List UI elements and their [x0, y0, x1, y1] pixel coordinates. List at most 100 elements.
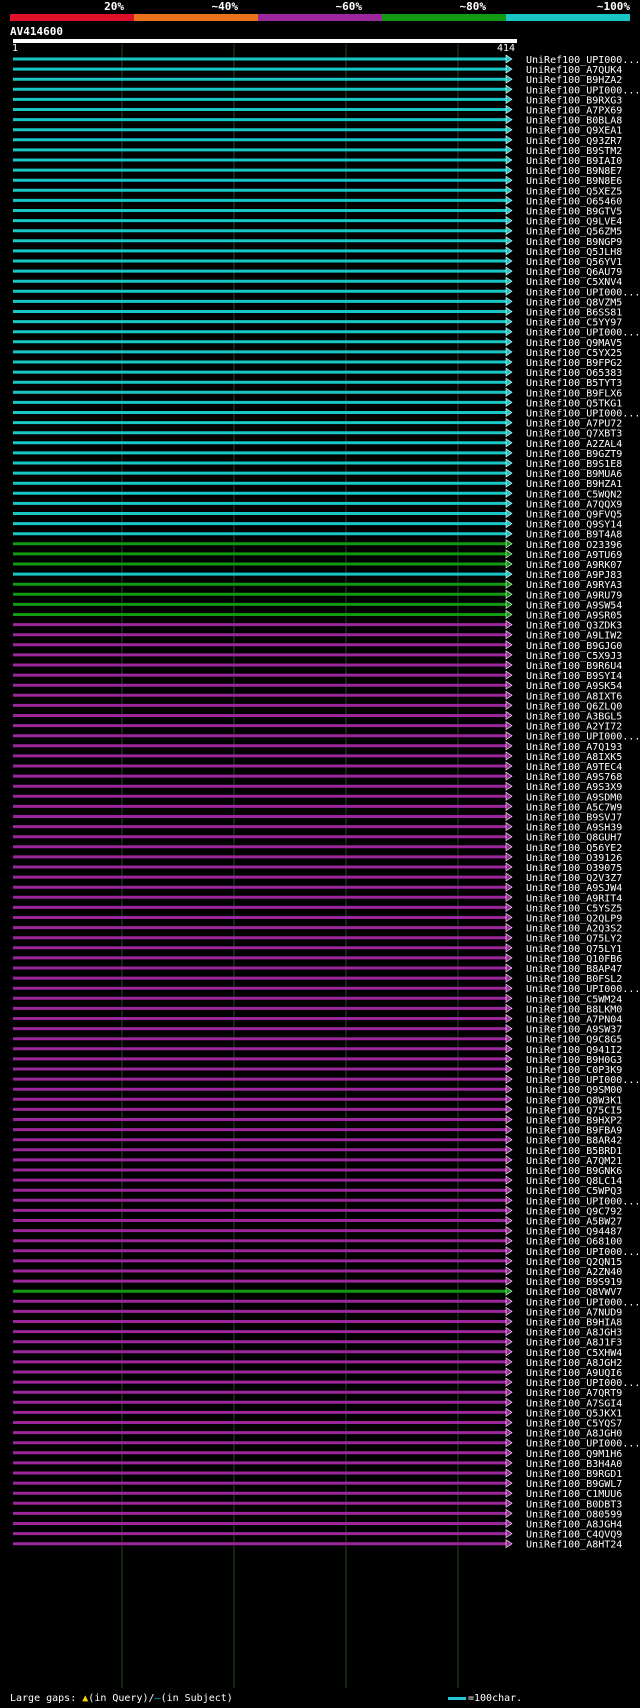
- hit-arrow-icon: [505, 387, 513, 397]
- hit-arrow-icon: [505, 973, 513, 983]
- hit-arrow-icon: [505, 1114, 513, 1125]
- hit-arrow-icon: [505, 1438, 513, 1448]
- hit-arrow-icon: [505, 1084, 513, 1094]
- hit-arrow-icon: [505, 1488, 513, 1498]
- hit-arrow-icon: [505, 1236, 513, 1246]
- hit-arrow-icon: [505, 1529, 513, 1539]
- hit-row[interactable]: UniRef100_A8HT24: [13, 1539, 622, 1551]
- hit-arrow-icon: [505, 1518, 513, 1529]
- hit-arrow-icon: [505, 630, 513, 640]
- hit-arrow-icon: [505, 1397, 513, 1407]
- hit-arrow-icon: [505, 205, 513, 216]
- hit-arrow-icon: [505, 296, 513, 306]
- hit-arrow-icon: [505, 1246, 513, 1256]
- hit-arrow-icon: [505, 488, 513, 498]
- hit-arrow-icon: [505, 1054, 513, 1064]
- hit-arrow-icon: [505, 1165, 513, 1175]
- hit-arrow-icon: [505, 1276, 513, 1286]
- hit-arrow-icon: [505, 1155, 513, 1165]
- hit-arrow-icon: [505, 983, 513, 993]
- hit-arrow-icon: [505, 1417, 513, 1428]
- hit-arrow-icon: [505, 1074, 513, 1084]
- hit-name[interactable]: UniRef100_A8HT24: [526, 1540, 622, 1551]
- hit-arrow-icon: [505, 1498, 513, 1508]
- large-gaps-label: Large gaps:: [10, 1693, 77, 1704]
- hit-arrow-icon: [505, 448, 513, 458]
- hit-arrow-icon: [505, 1135, 513, 1145]
- hit-arrow-icon: [505, 357, 513, 367]
- hit-arrow-icon: [505, 852, 513, 862]
- hit-arrow-icon: [505, 1013, 513, 1024]
- hit-arrow-icon: [505, 1215, 513, 1226]
- hit-arrow-icon: [505, 1508, 513, 1518]
- hit-arrow-icon: [505, 529, 513, 539]
- hit-arrow-icon: [505, 1044, 513, 1054]
- hit-arrow-icon: [505, 670, 513, 680]
- hit-arrow-icon: [505, 721, 513, 731]
- hit-arrow-icon: [505, 256, 513, 266]
- hit-arrow-icon: [505, 781, 513, 791]
- hit-arrow-icon: [505, 84, 513, 94]
- hit-arrow-icon: [505, 54, 513, 64]
- hit-arrow-icon: [505, 195, 513, 205]
- hit-arrow-icon: [505, 377, 513, 387]
- hit-arrow-icon: [505, 236, 513, 246]
- hit-arrow-icon: [505, 1205, 513, 1215]
- hit-arrow-icon: [505, 660, 513, 670]
- hit-arrow-icon: [505, 1226, 513, 1236]
- hit-arrow-icon: [505, 599, 513, 609]
- hit-arrow-icon: [505, 710, 513, 721]
- hit-arrow-icon: [505, 559, 513, 569]
- hit-arrow-icon: [505, 609, 513, 620]
- hit-arrow-icon: [505, 226, 513, 236]
- hit-arrow-icon: [505, 1145, 513, 1155]
- hit-arrow-icon: [505, 125, 513, 135]
- hit-arrow-icon: [505, 216, 513, 226]
- hit-arrow-icon: [505, 1024, 513, 1034]
- hit-arrow-icon: [505, 1306, 513, 1316]
- hit-arrow-icon: [505, 1458, 513, 1468]
- hit-arrow-icon: [505, 1377, 513, 1387]
- hit-arrow-icon: [505, 1316, 513, 1327]
- hit-arrow-icon: [505, 317, 513, 327]
- hit-arrow-icon: [505, 438, 513, 448]
- hit-arrow-icon: [505, 1034, 513, 1044]
- hit-arrow-icon: [505, 943, 513, 953]
- hit-arrow-icon: [505, 104, 513, 115]
- hit-arrow-icon: [505, 741, 513, 751]
- hit-arrow-icon: [505, 1296, 513, 1306]
- hit-arrow-icon: [505, 650, 513, 660]
- hit-arrow-icon: [505, 155, 513, 165]
- hit-arrow-icon: [505, 1327, 513, 1337]
- hit-arrow-icon: [505, 731, 513, 741]
- hit-arrow-icon: [505, 185, 513, 195]
- hit-arrow-icon: [505, 175, 513, 185]
- hit-arrow-icon: [505, 1539, 513, 1549]
- hit-arrow-icon: [505, 347, 513, 357]
- hit-arrow-icon: [505, 700, 513, 710]
- hit-arrow-icon: [505, 963, 513, 973]
- hit-arrow-icon: [505, 337, 513, 347]
- hit-arrow-icon: [505, 1094, 513, 1104]
- hit-arrow-icon: [505, 832, 513, 842]
- hits-panel: UniRef100_UPI000...UniRef100_A7QUK4UniRe…: [13, 44, 640, 1688]
- hit-arrow-icon: [505, 953, 513, 963]
- hit-arrow-icon: [505, 367, 513, 377]
- hit-arrow-icon: [505, 1104, 513, 1114]
- hit-arrow-icon: [505, 418, 513, 428]
- hit-arrow-icon: [505, 1286, 513, 1296]
- hit-arrow-icon: [505, 620, 513, 630]
- hit-arrow-icon: [505, 1347, 513, 1357]
- hit-arrow-icon: [505, 478, 513, 488]
- hit-arrow-icon: [505, 1387, 513, 1397]
- hit-arrow-icon: [505, 822, 513, 832]
- hit-arrow-icon: [505, 428, 513, 438]
- hit-arrow-icon: [505, 842, 513, 852]
- hit-arrow-icon: [505, 751, 513, 761]
- hit-arrow-icon: [505, 397, 513, 407]
- hit-arrow-icon: [505, 862, 513, 872]
- hit-arrow-icon: [505, 791, 513, 801]
- hit-arrow-icon: [505, 74, 513, 84]
- hit-arrow-icon: [505, 993, 513, 1003]
- hit-arrow-icon: [505, 266, 513, 276]
